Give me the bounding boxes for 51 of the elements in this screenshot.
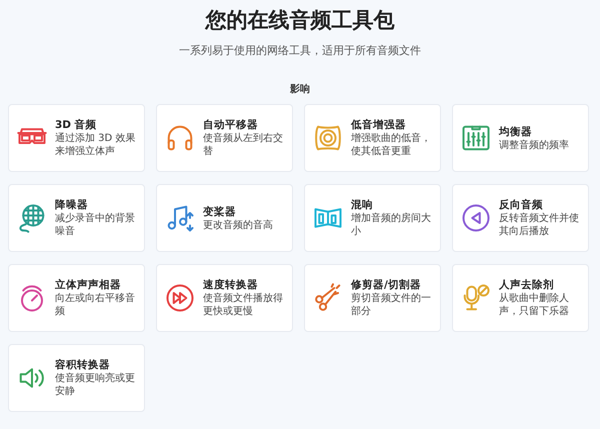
tool-description: 使音频更响亮或更安静 bbox=[55, 372, 136, 398]
tool-description: 从歌曲中删除人声，只留下乐器 bbox=[499, 292, 570, 318]
tool-name: 均衡器 bbox=[499, 124, 533, 138]
tool-card[interactable]: 混响 增加音频的房间大小 bbox=[304, 184, 441, 252]
fast-forward-icon bbox=[165, 283, 195, 313]
page-subtitle: 一系列易于使用的网络工具，适用于所有音频文件 bbox=[179, 43, 421, 58]
tool-card[interactable]: 人声去除剂 从歌曲中删除人声，只留下乐器 bbox=[452, 264, 589, 332]
tool-description: 更改音频的音高 bbox=[203, 218, 273, 232]
tool-card[interactable]: 容积转换器 使音频更响亮或更安静 bbox=[8, 344, 145, 412]
tool-name: 3D 音频 bbox=[55, 118, 98, 132]
tool-name: 立体声声相器 bbox=[55, 278, 122, 292]
tool-card[interactable]: 降噪器 减少录音中的背景噪音 bbox=[8, 184, 145, 252]
tool-name: 降噪器 bbox=[55, 198, 89, 212]
tool-card[interactable]: 变桨器 更改音频的音高 bbox=[156, 184, 293, 252]
tool-description: 减少录音中的背景噪音 bbox=[55, 212, 136, 238]
tool-name: 反向音频 bbox=[499, 198, 544, 212]
speaker-icon bbox=[313, 123, 343, 153]
tool-description: 使音频文件播放得更快或更慢 bbox=[203, 292, 284, 318]
tool-name: 速度转换器 bbox=[203, 278, 259, 292]
microphone-icon bbox=[461, 283, 491, 313]
tool-card[interactable]: 立体声声相器 向左或向右平移音频 bbox=[8, 264, 145, 332]
tool-name: 低音增强器 bbox=[351, 118, 407, 132]
tool-name: 自动平移器 bbox=[203, 118, 259, 132]
headphones-icon bbox=[165, 123, 195, 153]
tool-description: 使音频从左到右交替 bbox=[203, 132, 284, 158]
tool-card[interactable]: 修剪器/切割器 剪切音频文件的一部分 bbox=[304, 264, 441, 332]
section-heading: 影响 bbox=[290, 82, 310, 96]
page-title: 您的在线音频工具包 bbox=[206, 7, 394, 34]
equalizer-icon bbox=[461, 123, 491, 153]
tool-card[interactable]: 低音增强器 增强歌曲的低音，使其低音更重 bbox=[304, 104, 441, 172]
music-note-icon bbox=[165, 203, 195, 233]
tool-card[interactable]: 均衡器 调整音频的频率 bbox=[452, 104, 589, 172]
tool-name: 容积转换器 bbox=[55, 358, 111, 372]
tool-name: 修剪器/切割器 bbox=[351, 278, 422, 292]
tool-name: 混响 bbox=[351, 198, 374, 212]
tool-description: 剪切音频文件的一部分 bbox=[351, 292, 432, 318]
globe-icon bbox=[17, 203, 47, 233]
tool-card[interactable]: 速度转换器 使音频文件播放得更快或更慢 bbox=[156, 264, 293, 332]
tool-name: 变桨器 bbox=[203, 204, 237, 218]
scissors-icon bbox=[313, 283, 343, 313]
tool-name: 人声去除剂 bbox=[499, 278, 555, 292]
reverse-icon bbox=[461, 203, 491, 233]
tool-card[interactable]: 自动平移器 使音频从左到右交替 bbox=[156, 104, 293, 172]
tool-description: 通过添加 3D 效果来增强立体声 bbox=[55, 132, 136, 158]
tool-description: 向左或向右平移音频 bbox=[55, 292, 136, 318]
tool-description: 调整音频的频率 bbox=[499, 138, 569, 152]
tool-description: 增加音频的房间大小 bbox=[351, 212, 432, 238]
tool-description: 增强歌曲的低音，使其低音更重 bbox=[351, 132, 432, 158]
tool-description: 反转音频文件并使其向后播放 bbox=[499, 212, 580, 238]
tool-card[interactable]: 3D 音频 通过添加 3D 效果来增强立体声 bbox=[8, 104, 145, 172]
tool-card[interactable]: 反向音频 反转音频文件并使其向后播放 bbox=[452, 184, 589, 252]
